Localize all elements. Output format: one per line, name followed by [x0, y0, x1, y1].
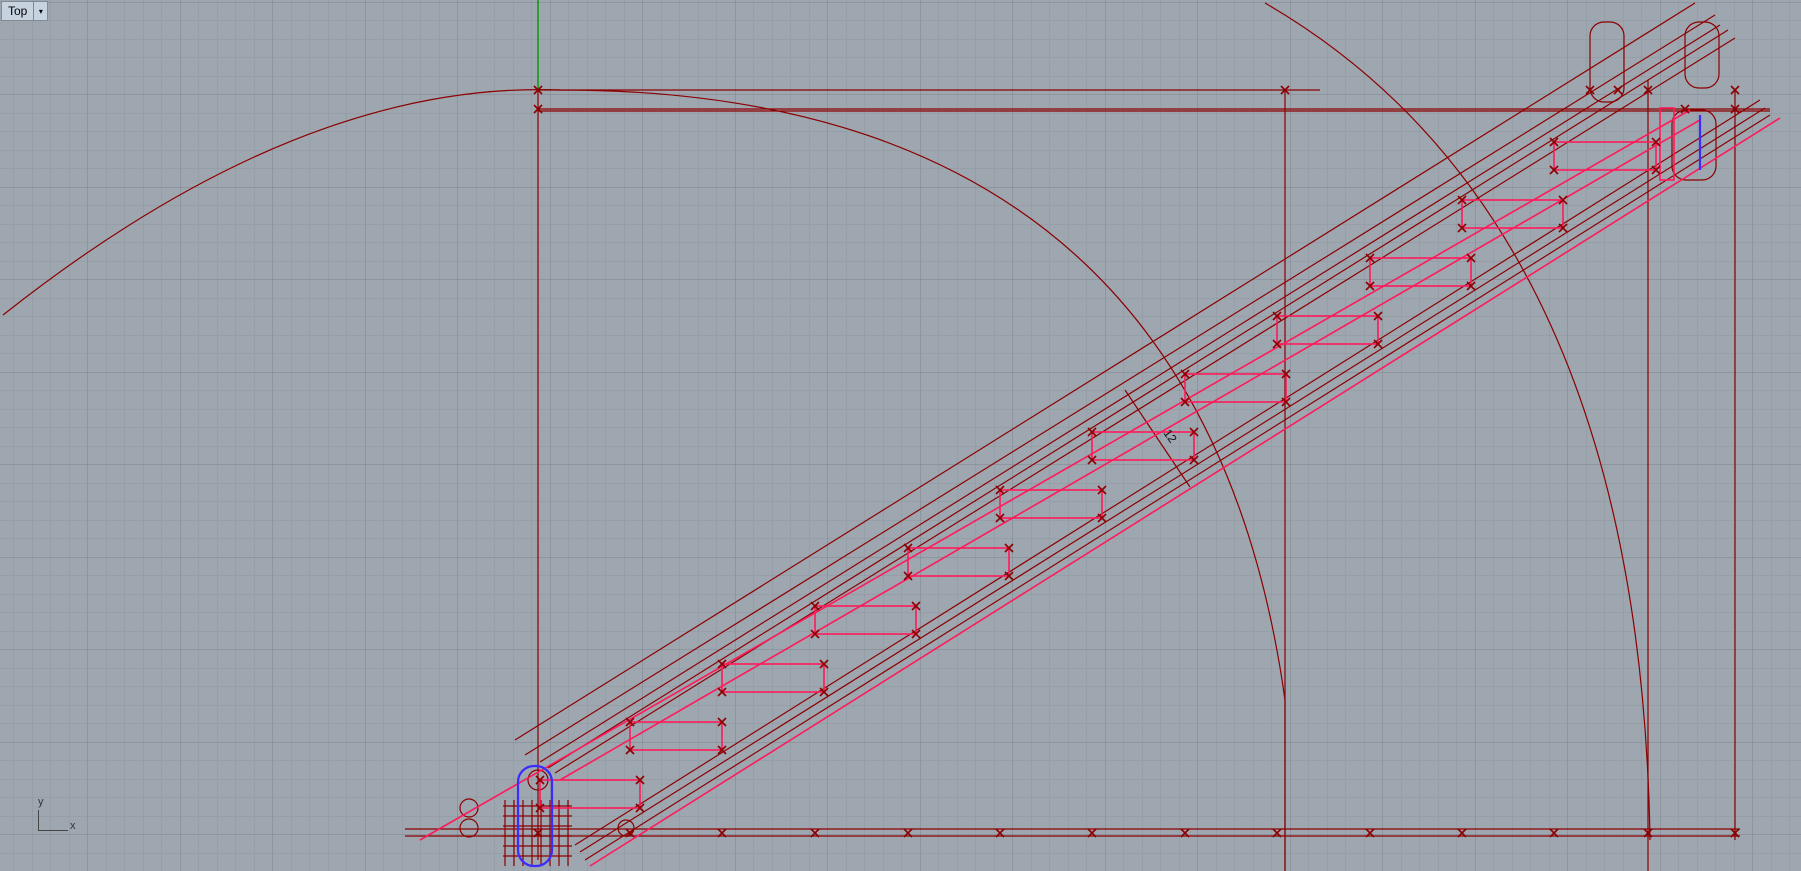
viewport-title-tab[interactable]: Top ▾: [1, 1, 49, 21]
chevron-down-icon[interactable]: ▾: [33, 2, 47, 20]
axis-y-label: y: [38, 796, 44, 808]
axis-x-line: [38, 830, 68, 831]
axis-y-line: [38, 810, 39, 830]
top-viewport[interactable]: 12 Top ▾ y x: [0, 0, 1801, 871]
grid-major: [0, 0, 1801, 871]
viewport-title[interactable]: Top: [2, 2, 33, 20]
axis-widget: y x: [36, 796, 84, 836]
axis-x-label: x: [70, 820, 76, 832]
drawing-canvas[interactable]: 12: [0, 0, 1801, 871]
